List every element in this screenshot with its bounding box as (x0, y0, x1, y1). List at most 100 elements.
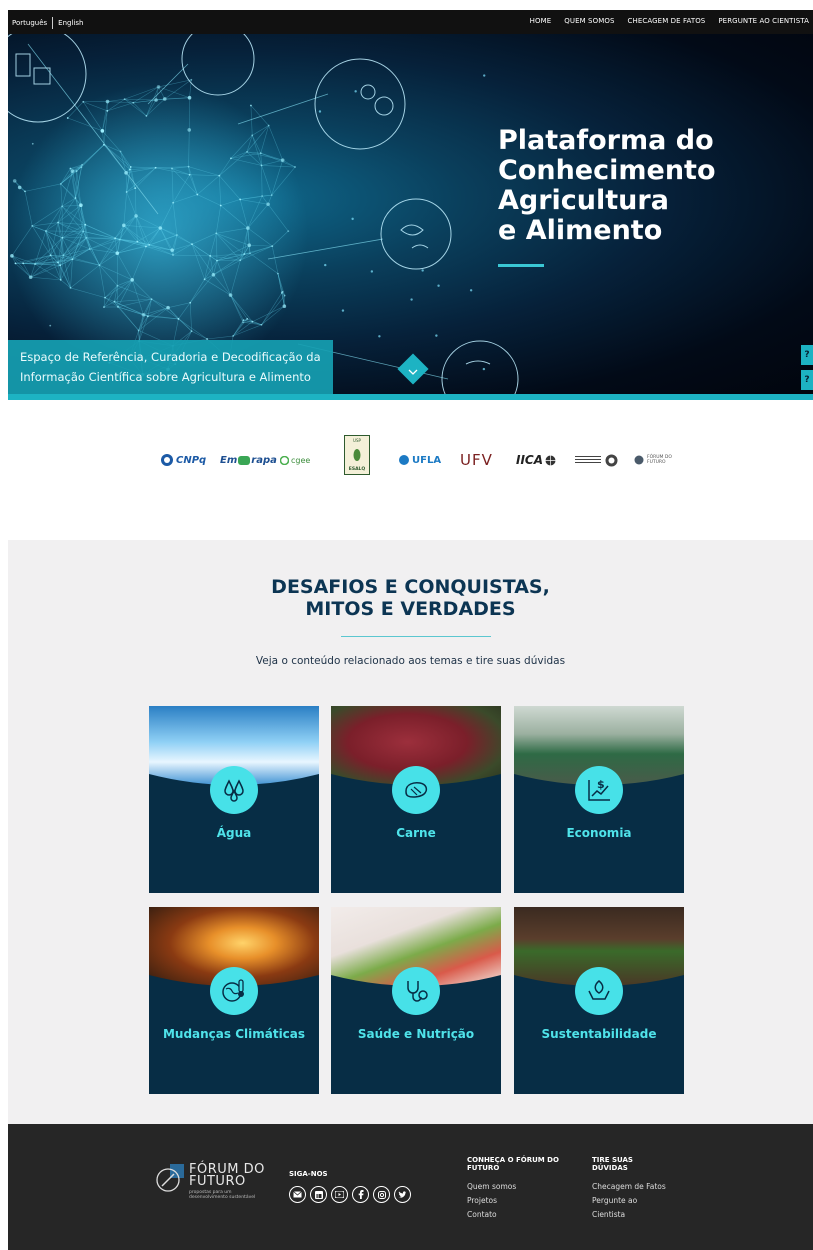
esalq-top-text: USP (353, 438, 361, 443)
compass-icon (634, 455, 644, 465)
card-badge (392, 967, 440, 1015)
chevron-down-icon (408, 369, 418, 375)
footer-heading-line: CONHEÇA O FÓRUM DO (467, 1156, 559, 1164)
facebook-icon[interactable] (352, 1186, 369, 1203)
hero-bottom-strip (8, 394, 813, 400)
lang-portuguese-link[interactable]: Português (12, 19, 47, 27)
email-icon[interactable] (289, 1186, 306, 1203)
footer-link-quem-somos[interactable]: Quem somos (467, 1182, 516, 1191)
nav-home[interactable]: HOME (530, 17, 552, 25)
card-economia[interactable]: $ Economia (514, 706, 684, 893)
partner-logos: CNPq Em rapa cgee USP ESALQ UFLA UFV IIC… (8, 435, 813, 490)
esalq-badge: USP ESALQ (344, 435, 370, 475)
footer-brand-tagline: propostas para um desenvolvimento susten… (189, 1190, 256, 1200)
footer-link-checagem-de-fatos[interactable]: Checagem de Fatos (592, 1182, 666, 1191)
hero-caption-line: Espaço de Referência, Curadoria e Decodi… (20, 350, 321, 364)
footer-link-cientista[interactable]: Cientista (592, 1210, 625, 1219)
hero-caption-line: Informação Científica sobre Agricultura … (20, 370, 311, 384)
card-badge (392, 766, 440, 814)
twitter-icon[interactable] (394, 1186, 411, 1203)
instagram-icon[interactable] (373, 1186, 390, 1203)
hero-caption: Espaço de Referência, Curadoria e Decodi… (8, 340, 333, 394)
language-switcher: Português English (12, 17, 83, 29)
forum-do-futuro-partner-logo[interactable]: FÓRUM DO FUTURO (634, 440, 683, 480)
esalq-text: ESALQ (348, 467, 366, 472)
iica-text: IICA (516, 453, 544, 467)
cgee-mark-icon (280, 455, 289, 465)
card-agua[interactable]: Água (149, 706, 319, 893)
embrapa-text-b: rapa (251, 454, 277, 466)
globe-thermometer-icon (222, 979, 244, 1002)
forum-do-futuro-logo-icon[interactable] (156, 1164, 184, 1192)
footer-link-contato[interactable]: Contato (467, 1210, 497, 1219)
hands-leaf-icon (588, 980, 610, 1000)
footer: FÓRUM DO FUTURO propostas para um desenv… (8, 1124, 813, 1250)
section-rule (341, 636, 491, 637)
footer-heading-line: DÚVIDAS (592, 1164, 628, 1172)
footer-link-projetos[interactable]: Projetos (467, 1196, 497, 1205)
footer-link-pergunte-ao[interactable]: Pergunte ao (592, 1196, 637, 1205)
card-mudancas-climaticas[interactable]: Mudanças Climáticas (149, 907, 319, 1094)
card-label: Saúde e Nutrição (357, 1027, 475, 1041)
forum-partner-text: FÓRUM DO FUTURO (647, 455, 672, 465)
footer-heading-line: FUTURO (467, 1164, 500, 1172)
nav-checagem-de-fatos[interactable]: CHECAGEM DE FATOS (628, 17, 706, 25)
cgee-logo[interactable]: cgee (280, 440, 310, 480)
side-question-button[interactable]: ? (801, 370, 813, 390)
hero-title-line: Conhecimento (498, 155, 716, 186)
cnpq-logo[interactable]: CNPq (160, 440, 206, 480)
section-title: DESAFIOS E CONQUISTAS, MITOS E VERDADES (8, 576, 813, 620)
card-saude-e-nutricao[interactable]: Saúde e Nutrição (331, 907, 501, 1094)
esalq-leaf-icon (353, 449, 361, 461)
card-label: Sustentabilidade (541, 1027, 657, 1041)
embrapa-logo[interactable]: Em rapa (220, 440, 277, 480)
hero-title-line: Agricultura (498, 185, 669, 216)
section-title-line: DESAFIOS E CONQUISTAS, (271, 576, 550, 598)
ufla-text: UFLA (412, 454, 442, 466)
steak-icon (405, 782, 428, 798)
card-badge: $ (575, 766, 623, 814)
lang-english-link[interactable]: English (58, 19, 83, 27)
hero-title-line: Plataforma do (498, 125, 714, 156)
footer-col-duvidas-heading: TIRE SUAS DÚVIDAS (592, 1156, 633, 1172)
ufla-logo[interactable]: UFLA (398, 440, 441, 480)
card-badge (210, 766, 258, 814)
iica-logo[interactable]: IICA (516, 440, 556, 480)
cnpq-mark-icon (161, 454, 173, 466)
hero-title-rule (498, 264, 544, 267)
hero-title-line: e Alimento (498, 215, 663, 246)
challenges-section: DESAFIOS E CONQUISTAS, MITOS E VERDADES … (8, 540, 813, 1124)
hero-banner: Plataforma do Conhecimento Agricultura e… (8, 34, 813, 400)
ufv-text: UFV (460, 451, 493, 469)
hero-title: Plataforma do Conhecimento Agricultura e… (498, 126, 798, 246)
nav-pergunte-ao-cientista[interactable]: PERGUNTE AO CIENTISTA (718, 17, 809, 25)
embrapa-mark (238, 455, 251, 465)
footer-brand: FÓRUM DO FUTURO (189, 1163, 265, 1188)
esalq-logo[interactable]: USP ESALQ (344, 430, 370, 480)
embrapa-text-a: Em (220, 454, 238, 466)
finance-chart-icon: $ (588, 778, 610, 801)
usda-text-block (575, 456, 601, 464)
card-label: Carne (396, 826, 436, 840)
stethoscope-apple-icon (407, 981, 428, 1002)
footer-col-forum-heading: CONHEÇA O FÓRUM DO FUTURO (467, 1156, 559, 1172)
nav-quem-somos[interactable]: QUEM SOMOS (564, 17, 614, 25)
follow-heading: SIGA-NOS (289, 1170, 328, 1178)
section-title-line: MITOS E VERDADES (305, 598, 516, 620)
cgee-text: cgee (291, 455, 311, 465)
footer-heading-line: TIRE SUAS (592, 1156, 633, 1164)
card-label: Mudanças Climáticas (162, 1027, 306, 1041)
card-badge (575, 967, 623, 1015)
card-carne[interactable]: Carne (331, 706, 501, 893)
side-help-button[interactable]: ? (801, 345, 813, 365)
card-sustentabilidade[interactable]: Sustentabilidade (514, 907, 684, 1094)
linkedin-icon[interactable] (310, 1186, 327, 1203)
ufv-logo[interactable]: UFV (460, 440, 493, 480)
social-links (289, 1186, 411, 1203)
globe-icon (545, 455, 556, 465)
youtube-icon[interactable] (331, 1186, 348, 1203)
seal-icon (605, 454, 618, 466)
water-drops-icon (224, 779, 244, 802)
lang-divider (52, 17, 54, 29)
usda-logo[interactable] (575, 440, 618, 480)
